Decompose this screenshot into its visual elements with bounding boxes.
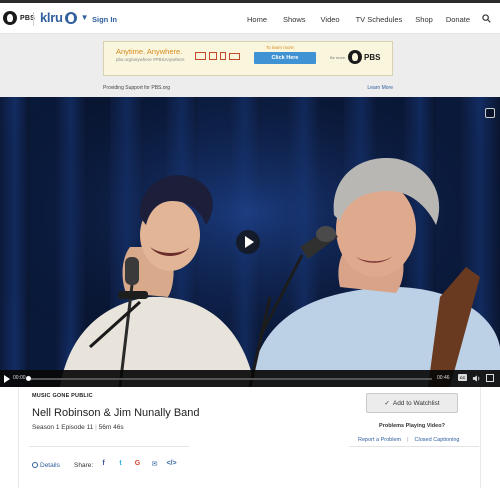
fullscreen-icon[interactable] <box>486 374 494 382</box>
devices-icon <box>195 52 240 60</box>
pbs-head-icon <box>348 50 362 64</box>
ad-click-here-button[interactable]: Click Here <box>254 52 316 64</box>
nav-item-video[interactable]: Video <box>321 15 340 24</box>
embed-icon[interactable]: </> <box>165 460 178 468</box>
episode-meta: Season 1 Episode 11 | 56m 46s <box>32 424 124 431</box>
player-controls: 00:00 00:46 CC <box>0 370 500 387</box>
sign-in-link[interactable]: Sign In <box>92 15 117 24</box>
check-icon: ✓ <box>384 400 390 407</box>
sponsor-support-text: Providing Support for PBS.org <box>103 85 170 91</box>
laptop-icon <box>195 52 206 60</box>
show-title-link[interactable]: MUSIC GONE PUBLIC <box>32 393 93 399</box>
episode-length: 56m 46s <box>98 424 124 431</box>
divider <box>29 446 189 447</box>
current-time: 00:00 <box>13 375 26 381</box>
video-player[interactable]: 00:00 00:46 CC <box>0 97 500 387</box>
divider <box>349 446 479 447</box>
info-icon <box>32 462 38 468</box>
ad-subline: pbs.org/anywhere #PBSAnywhere <box>116 57 185 62</box>
main-nav: Home Shows Video TV Schedules Shop Donat… <box>247 15 470 24</box>
ad-pbs-logo: PBS <box>348 50 380 64</box>
details-label: Details <box>40 462 60 469</box>
nav-item-shows[interactable]: Shows <box>283 15 306 24</box>
ad-banner[interactable]: Anytime. Anywhere. pbs.org/anywhere #PBS… <box>103 41 393 76</box>
help-links: Report a Problem | Closed Captioning <box>358 437 460 443</box>
progress-scrubber[interactable] <box>26 376 432 381</box>
episode-title: Nell Robinson & Jim Nunally Band <box>32 407 200 419</box>
station-logo[interactable]: klru ▼ <box>40 10 89 25</box>
pbs-head-icon <box>3 11 17 25</box>
episode-info-panel: MUSIC GONE PUBLIC Nell Robinson & Jim Nu… <box>18 387 481 488</box>
facebook-icon[interactable]: f <box>97 460 110 468</box>
link-separator: | <box>407 437 409 443</box>
add-to-watchlist-button[interactable]: ✓ Add to Watchlist <box>366 393 458 413</box>
search-icon[interactable] <box>482 14 491 23</box>
twitter-icon[interactable]: t <box>114 460 127 468</box>
problems-heading: Problems Playing Video? <box>379 423 445 429</box>
ad-pbs-text: PBS <box>364 52 381 62</box>
google-plus-icon[interactable]: G <box>131 460 144 468</box>
learn-more-link[interactable]: Learn More <box>367 85 393 91</box>
tablet-icon <box>209 52 217 60</box>
play-pause-button[interactable] <box>4 375 10 383</box>
share-icons: f t G ✉ </> <box>97 460 178 468</box>
ad-headline: Anytime. Anywhere. <box>116 47 183 56</box>
duration-time: 00:46 <box>437 375 450 381</box>
watchlist-label: Add to Watchlist <box>392 400 440 407</box>
station-name: klru <box>40 10 63 25</box>
tv-icon <box>229 53 240 60</box>
station-pbs-icon <box>64 11 77 24</box>
nav-item-donate[interactable]: Donate <box>446 15 470 24</box>
meta-separator: | <box>95 424 97 431</box>
volume-icon[interactable] <box>472 374 481 383</box>
closed-captioning-link[interactable]: Closed Captioning <box>415 437 460 443</box>
closed-caption-button[interactable]: CC <box>458 374 467 381</box>
email-icon[interactable]: ✉ <box>148 460 161 468</box>
header-divider <box>33 12 34 26</box>
ad-learn-text: To learn more: <box>266 45 295 50</box>
nav-item-shop[interactable]: Shop <box>415 15 433 24</box>
ad-be-more: Be more <box>330 55 346 60</box>
season-episode: Season 1 Episode 11 <box>32 424 94 431</box>
report-problem-link[interactable]: Report a Problem <box>358 437 401 443</box>
pbs-logo[interactable]: PBS <box>3 11 35 25</box>
top-navigation-bar: PBS klru ▼ Sign In Home Shows Video TV S… <box>0 0 500 34</box>
play-icon[interactable] <box>236 230 260 254</box>
details-toggle[interactable]: Details <box>32 462 60 469</box>
sponsor-area: Anytime. Anywhere. pbs.org/anywhere #PBS… <box>0 34 500 97</box>
progress-knob[interactable] <box>26 376 31 381</box>
chevron-down-icon[interactable]: ▼ <box>81 13 89 22</box>
phone-icon <box>220 52 226 60</box>
nav-item-home[interactable]: Home <box>247 15 267 24</box>
share-label: Share: <box>74 462 94 469</box>
video-overlay-icon[interactable] <box>485 108 495 118</box>
nav-item-tv-schedules[interactable]: TV Schedules <box>356 15 403 24</box>
